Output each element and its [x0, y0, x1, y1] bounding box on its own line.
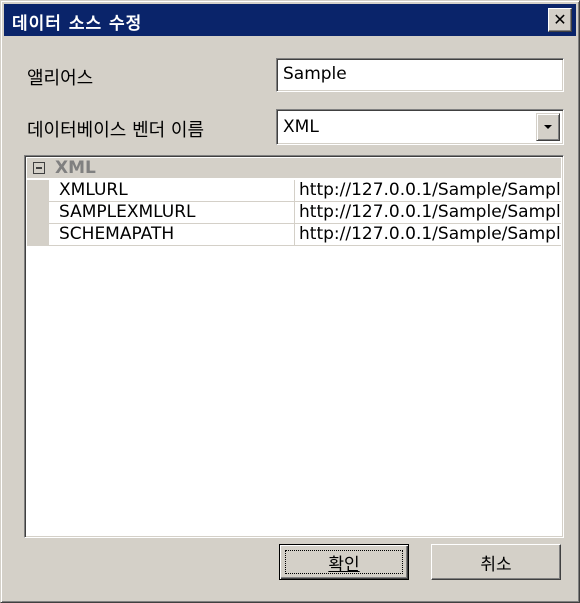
- property-row-gutter: [27, 202, 49, 224]
- chevron-down-icon: [544, 125, 552, 129]
- window-title: 데이터 소스 수정: [12, 14, 143, 34]
- property-row-xmlurl[interactable]: XMLURL http://127.0.0.1/Sample/Sample.xm…: [27, 180, 561, 202]
- ok-button-label: 확인: [328, 554, 360, 575]
- alias-input[interactable]: Sample: [276, 58, 564, 92]
- property-group-xml[interactable]: XML: [27, 158, 561, 178]
- close-icon: ✕: [553, 10, 567, 29]
- property-value[interactable]: http://127.0.0.1/Sample/Sample.xml: [299, 202, 561, 223]
- title-bar[interactable]: 데이터 소스 수정 ✕: [4, 4, 576, 36]
- dialog-window: 데이터 소스 수정 ✕ 앨리어스 Sample 데이터베이스 벤더 이름 XML…: [0, 0, 580, 603]
- ok-button[interactable]: 확인: [279, 544, 409, 580]
- vendor-select-value: XML: [283, 117, 319, 137]
- property-name: SCHEMAPATH: [49, 224, 295, 245]
- cancel-button-label: 취소: [480, 554, 512, 575]
- property-name: SAMPLEXMLURL: [49, 202, 295, 223]
- cancel-button[interactable]: 취소: [431, 544, 561, 580]
- vendor-select-dropdown-button[interactable]: [536, 113, 560, 141]
- vendor-select[interactable]: XML: [276, 109, 564, 145]
- close-button[interactable]: ✕: [548, 8, 572, 32]
- property-row-schemapath[interactable]: SCHEMAPATH http://127.0.0.1/Sample/Sampl…: [27, 224, 561, 246]
- alias-label: 앨리어스: [27, 68, 94, 89]
- minus-box-icon[interactable]: [33, 162, 45, 174]
- property-group-label: XML: [55, 158, 96, 178]
- property-name: XMLURL: [49, 180, 295, 201]
- property-row-samplexmlurl[interactable]: SAMPLEXMLURL http://127.0.0.1/Sample/Sam…: [27, 202, 561, 224]
- property-value[interactable]: http://127.0.0.1/Sample/Sample.xsd: [299, 224, 561, 245]
- property-value[interactable]: http://127.0.0.1/Sample/Sample.xml: [299, 180, 561, 201]
- property-grid[interactable]: XML XMLURL http://127.0.0.1/Sample/Sampl…: [24, 155, 564, 538]
- vendor-label: 데이터베이스 벤더 이름: [27, 120, 205, 141]
- property-row-gutter: [27, 180, 49, 202]
- property-row-gutter: [27, 224, 49, 246]
